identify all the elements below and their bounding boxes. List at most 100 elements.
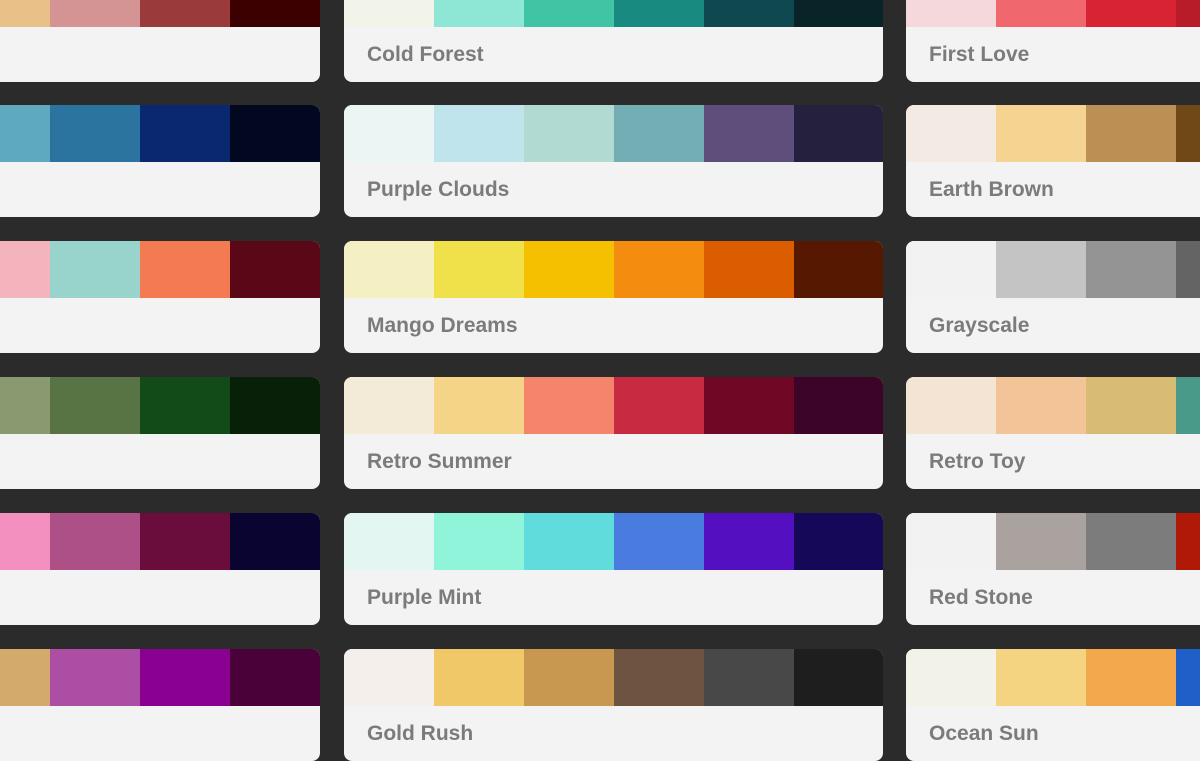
color-swatch[interactable] xyxy=(344,0,434,27)
color-swatch[interactable] xyxy=(344,513,434,570)
color-swatch[interactable] xyxy=(140,241,230,298)
color-swatch[interactable] xyxy=(50,377,140,434)
color-swatch[interactable] xyxy=(794,241,883,298)
color-swatch[interactable] xyxy=(704,0,794,27)
color-swatch[interactable] xyxy=(140,649,230,706)
color-swatch[interactable] xyxy=(794,0,883,27)
palette-card[interactable]: Purple Mint xyxy=(344,513,883,625)
color-swatch[interactable] xyxy=(524,513,614,570)
color-swatch[interactable] xyxy=(434,105,524,162)
color-swatch[interactable] xyxy=(1176,513,1200,570)
color-swatch[interactable] xyxy=(230,0,320,27)
color-swatch[interactable] xyxy=(0,649,50,706)
color-swatch[interactable] xyxy=(1086,377,1176,434)
color-swatch[interactable] xyxy=(524,0,614,27)
color-swatch[interactable] xyxy=(524,105,614,162)
color-swatch[interactable] xyxy=(524,649,614,706)
color-swatch[interactable] xyxy=(230,105,320,162)
color-swatch[interactable] xyxy=(0,105,50,162)
color-swatch[interactable] xyxy=(794,377,883,434)
color-swatch[interactable] xyxy=(50,513,140,570)
palette-card[interactable]: Retro Toy xyxy=(906,377,1200,489)
color-swatch[interactable] xyxy=(794,513,883,570)
color-swatch[interactable] xyxy=(434,0,524,27)
palette-card[interactable] xyxy=(0,649,320,761)
color-swatch[interactable] xyxy=(230,649,320,706)
color-swatch[interactable] xyxy=(906,513,996,570)
color-swatch[interactable] xyxy=(704,377,794,434)
color-swatch[interactable] xyxy=(344,649,434,706)
color-swatch[interactable] xyxy=(1086,241,1176,298)
color-swatch[interactable] xyxy=(996,513,1086,570)
color-swatch[interactable] xyxy=(0,513,50,570)
color-swatch[interactable] xyxy=(1176,105,1200,162)
color-swatch[interactable] xyxy=(794,649,883,706)
color-swatch[interactable] xyxy=(434,649,524,706)
color-swatch[interactable] xyxy=(344,377,434,434)
palette-card[interactable] xyxy=(0,0,320,82)
color-swatch[interactable] xyxy=(50,0,140,27)
palette-card[interactable] xyxy=(0,377,320,489)
color-swatch[interactable] xyxy=(230,513,320,570)
color-swatch[interactable] xyxy=(1176,649,1200,706)
color-swatch[interactable] xyxy=(1176,241,1200,298)
color-swatch[interactable] xyxy=(614,105,704,162)
color-swatch[interactable] xyxy=(996,377,1086,434)
color-swatch[interactable] xyxy=(0,0,50,27)
color-swatch[interactable] xyxy=(50,649,140,706)
color-swatch[interactable] xyxy=(906,649,996,706)
color-swatch[interactable] xyxy=(1176,0,1200,27)
color-swatch[interactable] xyxy=(230,241,320,298)
palette-card[interactable]: Red Stone xyxy=(906,513,1200,625)
palette-card[interactable]: First Love xyxy=(906,0,1200,82)
color-swatch[interactable] xyxy=(996,649,1086,706)
color-swatch[interactable] xyxy=(524,241,614,298)
color-swatch[interactable] xyxy=(1176,377,1200,434)
color-swatch[interactable] xyxy=(344,241,434,298)
color-swatch[interactable] xyxy=(704,241,794,298)
color-swatch[interactable] xyxy=(704,105,794,162)
color-swatch[interactable] xyxy=(230,377,320,434)
color-swatch[interactable] xyxy=(344,105,434,162)
palette-card[interactable] xyxy=(0,513,320,625)
color-swatch[interactable] xyxy=(1086,513,1176,570)
color-swatch[interactable] xyxy=(794,105,883,162)
color-swatch[interactable] xyxy=(0,377,50,434)
color-swatch[interactable] xyxy=(1086,649,1176,706)
color-swatch[interactable] xyxy=(996,241,1086,298)
palette-card[interactable]: Retro Summer xyxy=(344,377,883,489)
color-swatch[interactable] xyxy=(524,377,614,434)
color-swatch[interactable] xyxy=(996,105,1086,162)
color-swatch[interactable] xyxy=(614,513,704,570)
color-swatch[interactable] xyxy=(906,105,996,162)
color-swatch[interactable] xyxy=(704,649,794,706)
color-swatch[interactable] xyxy=(50,241,140,298)
color-swatch[interactable] xyxy=(140,0,230,27)
color-swatch[interactable] xyxy=(140,377,230,434)
palette-card[interactable]: Mango Dreams xyxy=(344,241,883,353)
color-swatch[interactable] xyxy=(906,0,996,27)
color-swatch[interactable] xyxy=(614,0,704,27)
color-swatch[interactable] xyxy=(140,513,230,570)
color-swatch[interactable] xyxy=(434,513,524,570)
palette-card[interactable]: Gold Rush xyxy=(344,649,883,761)
palette-card[interactable]: Grayscale xyxy=(906,241,1200,353)
color-swatch[interactable] xyxy=(434,241,524,298)
color-swatch[interactable] xyxy=(0,241,50,298)
color-swatch[interactable] xyxy=(1086,105,1176,162)
color-swatch[interactable] xyxy=(614,377,704,434)
palette-card[interactable]: Cold Forest xyxy=(344,0,883,82)
color-swatch[interactable] xyxy=(906,377,996,434)
color-swatch[interactable] xyxy=(996,0,1086,27)
color-swatch[interactable] xyxy=(1086,0,1176,27)
color-swatch[interactable] xyxy=(614,649,704,706)
palette-card[interactable]: Purple Clouds xyxy=(344,105,883,217)
palette-card[interactable] xyxy=(0,105,320,217)
color-swatch[interactable] xyxy=(704,513,794,570)
color-swatch[interactable] xyxy=(140,105,230,162)
color-swatch[interactable] xyxy=(434,377,524,434)
palette-card[interactable]: Ocean Sun xyxy=(906,649,1200,761)
color-swatch[interactable] xyxy=(50,105,140,162)
palette-card[interactable] xyxy=(0,241,320,353)
color-swatch[interactable] xyxy=(906,241,996,298)
